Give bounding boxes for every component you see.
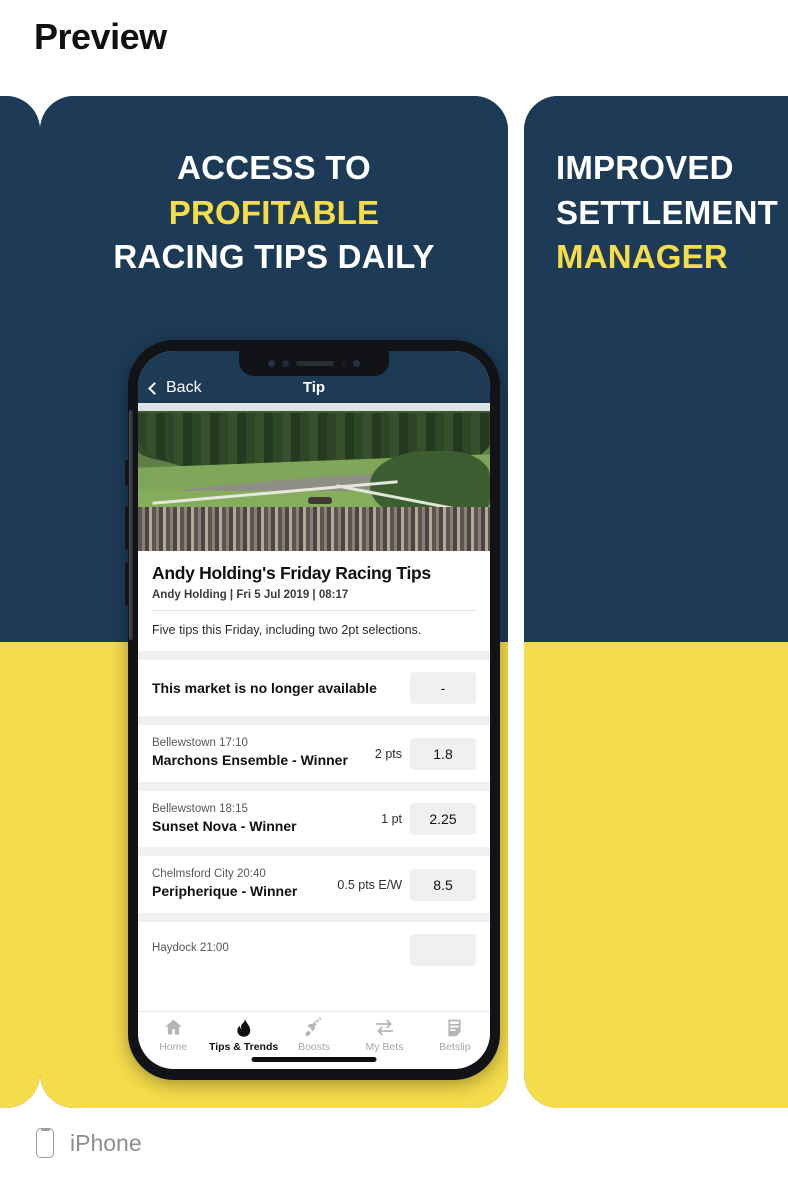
chevron-left-icon bbox=[148, 381, 161, 395]
tip-points: 2 pts bbox=[374, 746, 402, 761]
card-headline: IMPROVED SETTLEMENT MANAGER bbox=[524, 146, 788, 280]
phone-notch bbox=[239, 351, 389, 376]
home-icon bbox=[138, 1017, 208, 1039]
hero-horses bbox=[308, 497, 332, 504]
betslip-icon bbox=[420, 1017, 490, 1039]
tip-odds-button[interactable]: - bbox=[410, 672, 476, 705]
page-title: Preview bbox=[34, 16, 167, 57]
tip-selection: Sunset Nova - Winner bbox=[152, 817, 297, 834]
preview-card-previous[interactable] bbox=[0, 96, 40, 1108]
tip-selection: Marchons Ensemble - Winner bbox=[152, 752, 348, 769]
screenshot-carousel[interactable]: ACCESS TO PROFITABLE RACING TIPS DAILY B… bbox=[0, 96, 788, 1108]
phone-button-mute bbox=[125, 460, 129, 486]
tip-row[interactable]: Bellewstown 18:15 Sunset Nova - Winner 1… bbox=[138, 790, 490, 848]
tip-row-partial[interactable]: Haydock 21:00 bbox=[138, 921, 490, 978]
article-standfirst: Five tips this Friday, including two 2pt… bbox=[152, 623, 422, 638]
tip-row[interactable]: Bellewstown 17:10 Marchons Ensemble - Wi… bbox=[138, 725, 490, 782]
home-indicator bbox=[251, 1057, 377, 1062]
tip-row-meta: This market is no longer available bbox=[152, 680, 402, 698]
back-button-label: Back bbox=[166, 379, 202, 396]
proximity-sensor-icon bbox=[341, 361, 346, 366]
front-camera-icon bbox=[353, 360, 360, 367]
tab-boosts[interactable]: Boosts bbox=[279, 1016, 349, 1053]
flame-icon bbox=[208, 1017, 278, 1039]
tab-label: Tips & Trends bbox=[208, 1041, 279, 1053]
headline-line-3: MANAGER bbox=[556, 238, 728, 276]
card-headline: ACCESS TO PROFITABLE RACING TIPS DAILY bbox=[40, 146, 508, 280]
tip-venue: Haydock 21:00 bbox=[152, 942, 229, 955]
tip-points: 0.5 pts E/W bbox=[337, 877, 402, 892]
card-yellow-area bbox=[524, 642, 788, 1108]
racecourse-hero-image bbox=[138, 403, 490, 551]
tip-odds-button[interactable]: 1.8 bbox=[410, 737, 476, 770]
tab-label: Betslip bbox=[439, 1041, 471, 1053]
rocket-icon bbox=[279, 1016, 349, 1039]
tab-label: My Bets bbox=[365, 1041, 404, 1053]
iphone-icon bbox=[36, 1128, 54, 1158]
section-separator bbox=[138, 781, 490, 791]
transfer-arrows-icon bbox=[349, 1017, 419, 1039]
tip-row-meta: Haydock 21:00 bbox=[152, 942, 402, 957]
phone-button-volume-up bbox=[125, 506, 129, 550]
back-button[interactable]: Back bbox=[148, 379, 202, 397]
tab-home[interactable]: Home bbox=[138, 1017, 208, 1053]
tip-odds-button[interactable]: 8.5 bbox=[410, 868, 476, 901]
device-label-text: iPhone bbox=[70, 1129, 142, 1156]
tab-my-bets[interactable]: My Bets bbox=[349, 1017, 419, 1053]
article-byline: Andy Holding | Fri 5 Jul 2019 | 08:17 bbox=[152, 589, 349, 602]
headline-line-1: IMPROVED bbox=[556, 149, 734, 186]
tip-venue: Bellewstown 17:10 bbox=[152, 737, 248, 750]
section-separator bbox=[138, 912, 490, 922]
sensor-dot-icon bbox=[282, 360, 289, 367]
tip-venue: Bellewstown 18:15 bbox=[152, 802, 248, 815]
tip-venue: Chelmsford City 20:40 bbox=[152, 868, 266, 881]
preview-card-improved-settlement-manager[interactable]: IMPROVED SETTLEMENT MANAGER My Bets bbox=[524, 96, 788, 1108]
card-navy-area bbox=[0, 96, 40, 642]
headline-line-1: ACCESS TO bbox=[177, 149, 371, 186]
camera-dot-icon bbox=[268, 360, 275, 367]
tab-tips-and-trends[interactable]: Tips & Trends bbox=[208, 1017, 278, 1053]
earpiece-speaker bbox=[296, 361, 334, 366]
headline-line-2: SETTLEMENT bbox=[556, 193, 778, 231]
phone-mockup-tip-screen: Back Tip Andy Holding's Friday Racing Ti… bbox=[125, 340, 500, 1080]
tab-label: Home bbox=[159, 1041, 188, 1053]
tip-points: 1 pt bbox=[381, 812, 402, 827]
tip-row-meta: Chelmsford City 20:40 Peripherique - Win… bbox=[152, 868, 329, 901]
section-separator bbox=[138, 651, 490, 661]
article-headline: Andy Holding's Friday Racing Tips bbox=[152, 563, 431, 583]
tip-selection: Peripherique - Winner bbox=[152, 883, 298, 900]
hero-crowd bbox=[138, 507, 490, 551]
tip-odds-button[interactable] bbox=[410, 933, 476, 966]
article-header: Andy Holding's Friday Racing Tips Andy H… bbox=[138, 551, 490, 651]
tip-odds-button[interactable]: 2.25 bbox=[410, 803, 476, 836]
section-separator bbox=[138, 847, 490, 857]
preview-card-access-to-profitable-tips[interactable]: ACCESS TO PROFITABLE RACING TIPS DAILY B… bbox=[40, 96, 508, 1108]
headline-line-3: RACING TIPS DAILY bbox=[113, 238, 435, 276]
tab-label: Boosts bbox=[297, 1041, 331, 1053]
tip-row-unavailable[interactable]: This market is no longer available - bbox=[138, 660, 490, 717]
tip-unavailable-label: This market is no longer available bbox=[152, 679, 377, 696]
tab-betslip[interactable]: Betslip bbox=[420, 1017, 490, 1053]
headline-line-2: PROFITABLE bbox=[168, 193, 380, 231]
tip-row[interactable]: Chelmsford City 20:40 Peripherique - Win… bbox=[138, 856, 490, 913]
section-separator bbox=[138, 716, 490, 726]
tip-row-meta: Bellewstown 17:10 Marchons Ensemble - Wi… bbox=[152, 737, 367, 770]
phone-screen: Back Tip Andy Holding's Friday Racing Ti… bbox=[138, 351, 490, 1069]
device-label: iPhone bbox=[36, 1128, 142, 1158]
phone-button-volume-down bbox=[125, 562, 129, 606]
card-yellow-area bbox=[0, 642, 40, 1108]
tip-row-meta: Bellewstown 18:15 Sunset Nova - Winner bbox=[152, 803, 373, 836]
